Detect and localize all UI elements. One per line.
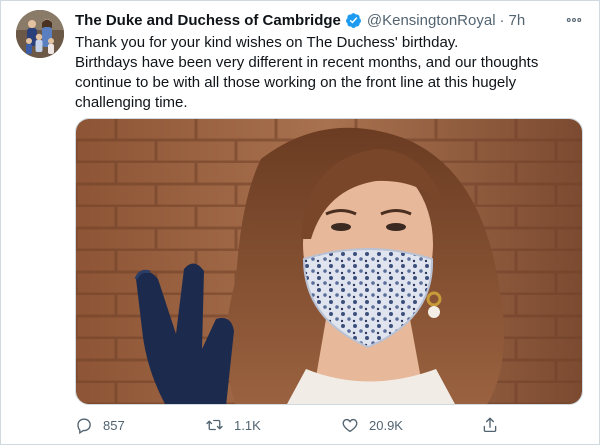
verified-badge-icon bbox=[345, 12, 362, 29]
tweet-actions: 857 1.1K 20.9K bbox=[75, 414, 505, 436]
separator-dot: · bbox=[499, 11, 505, 29]
author-handle[interactable]: @KensingtonRoyal bbox=[367, 12, 496, 29]
like-count: 20.9K bbox=[369, 417, 403, 433]
like-button[interactable]: 20.9K bbox=[341, 414, 403, 436]
tweet-line-2: Birthdays have been very different in re… bbox=[75, 54, 539, 111]
author-display-name[interactable]: The Duke and Duchess of Cambridge bbox=[75, 12, 341, 29]
share-icon bbox=[483, 417, 497, 433]
reply-icon bbox=[77, 418, 91, 434]
retweet-count: 1.1K bbox=[234, 417, 261, 433]
tweet-photo[interactable] bbox=[75, 118, 583, 405]
more-options-icon[interactable] bbox=[562, 10, 586, 30]
tweet-timestamp[interactable]: 7h bbox=[509, 12, 526, 29]
photo-woman-in-mask-waving-icon bbox=[76, 119, 582, 404]
share-button[interactable] bbox=[481, 414, 499, 436]
reply-button[interactable]: 857 bbox=[75, 414, 125, 436]
like-icon bbox=[342, 418, 358, 433]
family-portrait-icon bbox=[16, 10, 64, 58]
retweet-icon bbox=[206, 419, 223, 431]
tweet-line-1: Thank you for your kind wishes on The Du… bbox=[75, 34, 459, 51]
retweet-button[interactable]: 1.1K bbox=[205, 414, 261, 436]
avatar[interactable] bbox=[16, 10, 64, 58]
tweet-body: Thank you for your kind wishes on The Du… bbox=[75, 33, 575, 113]
tweet-header: The Duke and Duchess of Cambridge @Kensi… bbox=[75, 10, 525, 30]
reply-count: 857 bbox=[103, 417, 125, 433]
